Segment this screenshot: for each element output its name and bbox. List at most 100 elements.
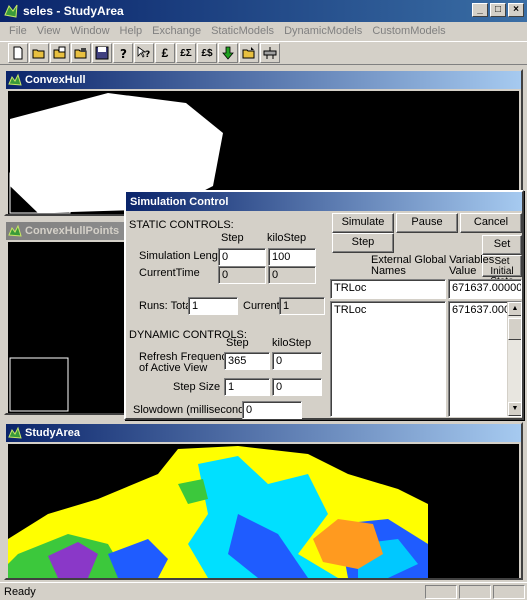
menu-dynamic-models[interactable]: DynamicModels (279, 25, 367, 37)
folder-open-button[interactable] (239, 43, 259, 63)
function-icon: £ (161, 46, 169, 60)
simulation-control-dialog[interactable]: Simulation Control STATIC CONTROLS: Step… (124, 190, 524, 420)
svg-text:?: ? (120, 47, 127, 60)
save-button[interactable] (92, 43, 112, 63)
open-project-2-button[interactable] (71, 43, 91, 63)
convex-hull-title: ConvexHull (25, 74, 86, 86)
study-area-window[interactable]: StudyArea (4, 422, 523, 580)
global-name-input[interactable]: TRLoc (330, 279, 446, 299)
global-value-input[interactable]: 671637.000000 (448, 279, 522, 299)
current-time-kilostep-value: 0 (268, 266, 316, 284)
globals-value-header: Value (449, 265, 477, 277)
status-text: Ready (4, 585, 36, 598)
runs-total-input[interactable]: 1 (188, 297, 238, 315)
menu-file[interactable]: File (4, 25, 32, 37)
save-icon (95, 46, 109, 60)
cancel-button[interactable]: Cancel (460, 213, 522, 233)
current-run-value: 1 (279, 297, 325, 315)
set-button[interactable]: Set (482, 235, 522, 255)
step-size-kilostep-input[interactable]: 0 (272, 378, 322, 396)
map-view-icon (8, 224, 22, 238)
slowdown-input[interactable]: 0 (242, 401, 302, 419)
menu-static-models[interactable]: StaticModels (206, 25, 279, 37)
open-folder-button[interactable] (29, 43, 49, 63)
convex-hull-points-title: ConvexHullPoints (25, 225, 120, 237)
simulation-length-step-input[interactable]: 0 (218, 248, 266, 266)
static-controls-heading: STATIC CONTROLS: (129, 219, 234, 231)
scroll-down-button[interactable]: ▼ (508, 402, 521, 416)
refresh-frequency-step-input[interactable]: 365 (224, 352, 270, 370)
values-scrollbar[interactable]: ▲ ▼ (507, 302, 521, 416)
open-project-icon (74, 48, 87, 59)
simulate-button[interactable]: Simulate (332, 213, 394, 233)
status-pane-1 (425, 584, 457, 599)
globals-names-header: Names (371, 265, 406, 277)
convex-hull-title-bar[interactable]: ConvexHull (6, 71, 521, 89)
map-view-icon (8, 73, 22, 87)
svg-text:?: ? (145, 50, 150, 60)
open-project-icon (53, 46, 66, 59)
close-button[interactable]: × (508, 3, 524, 17)
status-pane-3 (493, 584, 525, 599)
function-dollar-icon: £$ (201, 47, 213, 59)
new-file-button[interactable] (8, 43, 28, 63)
help-button[interactable]: ? (113, 43, 133, 63)
function-button[interactable]: £ (155, 43, 175, 63)
study-area-canvas[interactable] (8, 444, 519, 578)
menu-bar: File View Window Help Exchange StaticMod… (0, 22, 527, 40)
simulation-control-title: Simulation Control (130, 195, 229, 208)
folder-open-icon (242, 47, 255, 59)
status-pane-2 (459, 584, 491, 599)
menu-exchange[interactable]: Exchange (147, 25, 206, 37)
open-folder-icon (32, 49, 45, 59)
scroll-thumb[interactable] (508, 318, 521, 340)
app-title: seles - StudyArea (23, 4, 124, 18)
context-help-icon: ? (137, 46, 150, 60)
points-extent-box (9, 357, 69, 412)
function-dollar-button[interactable]: £$ (197, 43, 217, 63)
menu-window[interactable]: Window (65, 25, 114, 37)
simulation-length-kilostep-input[interactable]: 100 (268, 248, 316, 266)
simulation-length-label: Simulation Length (139, 250, 228, 262)
list-item[interactable]: TRLoc (334, 304, 442, 316)
function-list-icon: £Σ (180, 47, 192, 59)
menu-custom-models[interactable]: CustomModels (367, 25, 450, 37)
current-run-label: Current (243, 300, 280, 312)
map-view-icon (8, 426, 22, 440)
import-arrow-button[interactable] (218, 43, 238, 63)
static-step-header: Step (221, 232, 244, 244)
pause-button[interactable]: Pause (396, 213, 458, 233)
global-values-list[interactable]: 671637.000000 ▲ ▼ (448, 301, 522, 417)
scroll-up-button[interactable]: ▲ (508, 302, 521, 316)
slowdown-label: Slowdown (milliseconds): (133, 404, 257, 416)
export-disk-icon (263, 47, 277, 59)
maximize-button[interactable]: □ (490, 3, 506, 17)
minimize-button[interactable]: _ (472, 3, 488, 17)
global-names-list[interactable]: TRLoc (330, 301, 446, 417)
status-bar: Ready (0, 582, 527, 600)
dynamic-kilostep-header: kiloStep (272, 337, 312, 349)
step-size-step-input[interactable]: 1 (224, 378, 270, 396)
app-title-bar: seles - StudyArea _ □ × (0, 0, 527, 22)
menu-view[interactable]: View (32, 25, 66, 37)
function-list-button[interactable]: £Σ (176, 43, 196, 63)
dynamic-step-header: Step (226, 337, 249, 349)
help-icon: ? (120, 47, 127, 60)
menu-help[interactable]: Help (115, 25, 148, 37)
list-item[interactable]: 671637.000000 (452, 304, 521, 316)
toolbar: ? ? £ £Σ £$ (0, 41, 527, 65)
step-button[interactable]: Step (332, 233, 394, 253)
step-size-label: Step Size (173, 381, 221, 393)
runs-total-label: Runs: Total (139, 300, 194, 312)
simulation-control-title-bar[interactable]: Simulation Control (126, 192, 522, 211)
export-disk-button[interactable] (260, 43, 280, 63)
open-project-button[interactable] (50, 43, 70, 63)
refresh-active-view-label: of Active View (139, 362, 208, 374)
import-arrow-icon (222, 46, 234, 60)
refresh-frequency-kilostep-input[interactable]: 0 (272, 352, 322, 370)
context-help-button[interactable]: ? (134, 43, 154, 63)
static-kilostep-header: kiloStep (267, 232, 307, 244)
new-file-icon (13, 46, 23, 60)
seles-app-icon[interactable] (3, 3, 19, 19)
study-area-title-bar[interactable]: StudyArea (6, 424, 521, 442)
